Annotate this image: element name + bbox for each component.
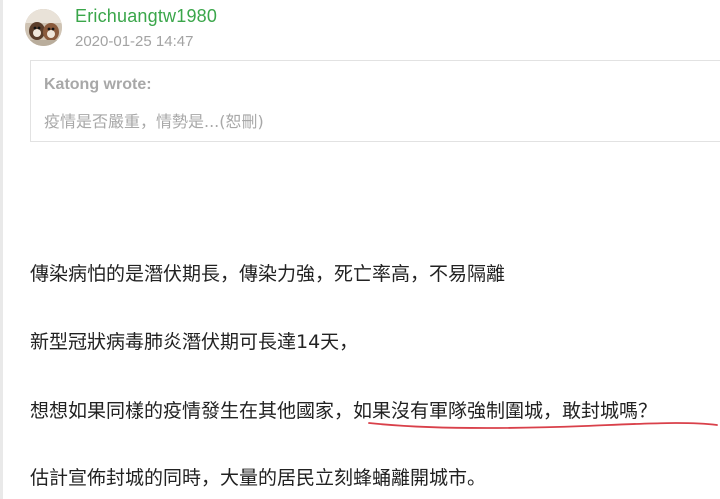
quote-block: Katong wrote: 疫情是否嚴重，情勢是...(恕刪) bbox=[30, 60, 720, 142]
avatar[interactable] bbox=[25, 9, 62, 46]
post-paragraph: 新型冠狀病毒肺炎潛伏期可長達14天， bbox=[30, 331, 359, 353]
thread-rule bbox=[0, 0, 3, 499]
red-underline-annotation bbox=[368, 422, 718, 429]
post-timestamp: 2020-01-25 14:47 bbox=[75, 33, 194, 50]
post-paragraph: 傳染病怕的是潛伏期長，傳染力強，死亡率高，不易隔離 bbox=[30, 263, 506, 285]
post-paragraph: 估計宣佈封城的同時，大量的居民立刻蜂蛹離開城市。 bbox=[30, 467, 487, 489]
quote-text: 疫情是否嚴重，情勢是...(恕刪) bbox=[44, 112, 264, 131]
forum-post: Erichuangtw1980 2020-01-25 14:47 Katong … bbox=[0, 0, 720, 499]
quote-author: Katong wrote: bbox=[44, 76, 152, 93]
username-link[interactable]: Erichuangtw1980 bbox=[75, 6, 217, 27]
